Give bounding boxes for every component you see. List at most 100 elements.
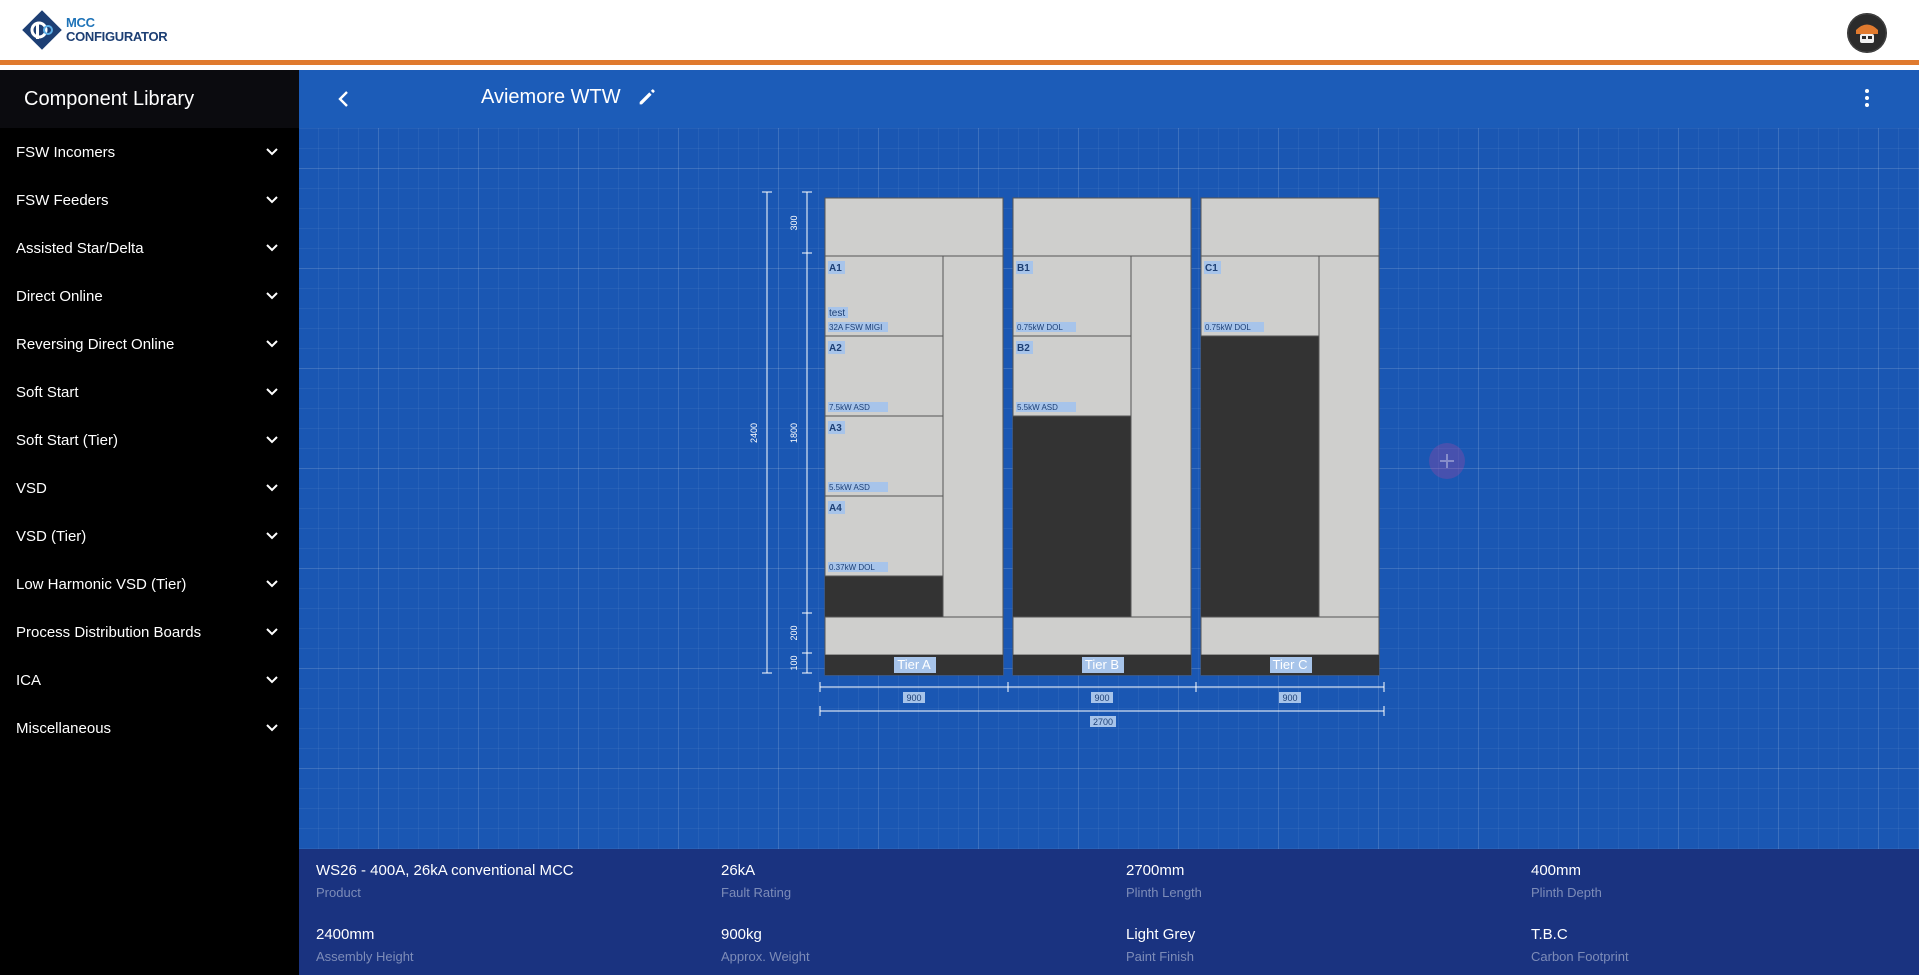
- edit-title-button[interactable]: [636, 86, 660, 110]
- info-fault-rating: 26kA Fault Rating: [721, 862, 791, 900]
- logo-line-2: CONFIGURATOR: [66, 29, 168, 44]
- info-label: Plinth Depth: [1531, 885, 1602, 900]
- tier-label: Tier B: [1085, 657, 1119, 672]
- sidebar-item-soft-start-tier[interactable]: Soft Start (Tier): [0, 416, 299, 464]
- tier-plinth: [1201, 655, 1379, 675]
- tier-label-highlight: [1270, 657, 1312, 673]
- project-title: Aviemore WTW: [481, 86, 621, 108]
- back-button[interactable]: [329, 84, 359, 114]
- plinth-height-label: 100: [789, 655, 799, 670]
- info-approx-weight: 900kg Approx. Weight: [721, 926, 810, 964]
- tier-width-label: 900: [1094, 693, 1109, 703]
- sidebar-item-fsw-feeders[interactable]: FSW Feeders: [0, 176, 299, 224]
- top-height-label: 300: [789, 215, 799, 230]
- sidebar-item-reversing-direct-online[interactable]: Reversing Direct Online: [0, 320, 299, 368]
- tier-bottom-section: [1200, 616, 1380, 656]
- tier-label-highlight: [894, 657, 936, 673]
- info-plinth-length: 2700mm Plinth Length: [1126, 862, 1202, 900]
- middle-height-label: 1800: [789, 423, 799, 443]
- tier-plinth: [825, 655, 1003, 675]
- tier-label: Tier C: [1273, 657, 1308, 672]
- chevron-down-icon[interactable]: [265, 577, 279, 591]
- chevron-down-icon[interactable]: [265, 433, 279, 447]
- sidebar-list: FSW Incomers FSW Feeders Assisted Star/Del…: [0, 128, 299, 752]
- chevron-down-icon[interactable]: [265, 625, 279, 639]
- tier-cable-zone: [942, 255, 1004, 618]
- sidebar-item-direct-online[interactable]: Direct Online: [0, 272, 299, 320]
- product-info-panel: WS26 - 400A, 26kA conventional MCC Produc…: [299, 849, 1919, 975]
- sidebar-item-label: Low Harmonic VSD (Tier): [16, 575, 187, 593]
- sidebar-item-label: VSD: [16, 479, 47, 497]
- tier-bottom-section: [1012, 616, 1192, 656]
- app-logo[interactable]: MCC CONFIGURATOR: [22, 10, 168, 50]
- chevron-down-icon[interactable]: [265, 529, 279, 543]
- chevron-down-icon[interactable]: [265, 289, 279, 303]
- total-height-label: 2400: [749, 423, 759, 443]
- more-vertical-icon: [1865, 89, 1869, 107]
- sidebar-item-process-distribution-boards[interactable]: Process Distribution Boards: [0, 608, 299, 656]
- chevron-down-icon[interactable]: [265, 721, 279, 735]
- info-value: 26kA: [721, 862, 756, 879]
- chevron-down-icon[interactable]: [265, 193, 279, 207]
- info-value: 2400mm: [316, 926, 375, 943]
- user-avatar[interactable]: [1847, 13, 1887, 53]
- sidebar-item-fsw-incomers[interactable]: FSW Incomers: [0, 128, 299, 176]
- sidebar-item-low-harmonic-vsd-tier[interactable]: Low Harmonic VSD (Tier): [0, 560, 299, 608]
- width-label-highlight: [903, 692, 925, 703]
- info-label: Carbon Footprint: [1531, 949, 1629, 964]
- unit-a4[interactable]: [824, 495, 944, 577]
- sidebar-item-label: Soft Start (Tier): [16, 431, 118, 449]
- chevron-down-icon[interactable]: [265, 241, 279, 255]
- tier-label-highlight: [1082, 657, 1124, 673]
- sidebar-item-assisted-star-delta[interactable]: Assisted Star/Delta: [0, 224, 299, 272]
- chevron-down-icon[interactable]: [265, 385, 279, 399]
- sidebar-item-vsd[interactable]: VSD: [0, 464, 299, 512]
- sidebar-item-label: Miscellaneous: [16, 719, 112, 737]
- tier-width-label: 900: [1282, 693, 1297, 703]
- info-value: 900kg: [721, 926, 762, 943]
- design-canvas[interactable]: Tier A A1 test 32A FSW MIGI A2 7.5kW ASD A3 5.5…: [299, 70, 1919, 975]
- tier-width-label: 900: [906, 693, 921, 703]
- total-width-label: 2700: [1093, 717, 1113, 727]
- tier-label: Tier A: [897, 657, 931, 672]
- sidebar-item-label: Direct Online: [16, 287, 103, 305]
- sidebar-item-label: Process Distribution Boards: [16, 623, 202, 641]
- chevron-down-icon[interactable]: [265, 673, 279, 687]
- info-value: T.B.C: [1531, 926, 1568, 943]
- info-plinth-depth: 400mm Plinth Depth: [1531, 862, 1602, 900]
- unit-a1[interactable]: [824, 255, 944, 337]
- chevron-down-icon[interactable]: [265, 337, 279, 351]
- tier-bottom-section: [824, 616, 1004, 656]
- tier-cable-zone: [1318, 255, 1380, 618]
- unit-b1[interactable]: [1012, 255, 1132, 337]
- chevron-down-icon[interactable]: [265, 481, 279, 495]
- width-label-highlight: [1091, 692, 1113, 703]
- total-width-highlight: [1090, 716, 1116, 727]
- unit-a2[interactable]: [824, 335, 944, 417]
- more-options-button[interactable]: [1855, 86, 1879, 110]
- sidebar-item-miscellaneous[interactable]: Miscellaneous: [0, 704, 299, 752]
- bottom-height-label: 200: [789, 625, 799, 640]
- tier-top-section: [824, 197, 1004, 257]
- info-label: Assembly Height: [316, 949, 414, 964]
- sidebar-item-vsd-tier[interactable]: VSD (Tier): [0, 512, 299, 560]
- add-tier-button[interactable]: [1429, 443, 1465, 479]
- tier-plinth: [1013, 655, 1191, 675]
- canvas-toolbar: Aviemore WTW: [299, 70, 1919, 128]
- unit-b2[interactable]: [1012, 335, 1132, 417]
- sidebar-item-soft-start[interactable]: Soft Start: [0, 368, 299, 416]
- sidebar-item-ica[interactable]: ICA: [0, 656, 299, 704]
- info-value: WS26 - 400A, 26kA conventional MCC: [316, 862, 574, 879]
- mcc-drawing: Tier AA1test32A FSW MIGIA27.5kW ASDA35.5…: [749, 191, 1465, 727]
- info-label: Plinth Length: [1126, 885, 1202, 900]
- info-value: Light Grey: [1126, 926, 1196, 943]
- info-label: Fault Rating: [721, 885, 792, 900]
- unit-c1[interactable]: [1200, 255, 1320, 337]
- sidebar-item-label: VSD (Tier): [16, 527, 87, 545]
- logo-mark-icon: [22, 10, 62, 50]
- info-label: Product: [316, 885, 361, 900]
- tier-top-section: [1012, 197, 1192, 257]
- chevron-down-icon[interactable]: [265, 145, 279, 159]
- unit-a3[interactable]: [824, 415, 944, 497]
- component-library-sidebar: Component Library FSW Incomers FSW Feeder…: [0, 70, 299, 975]
